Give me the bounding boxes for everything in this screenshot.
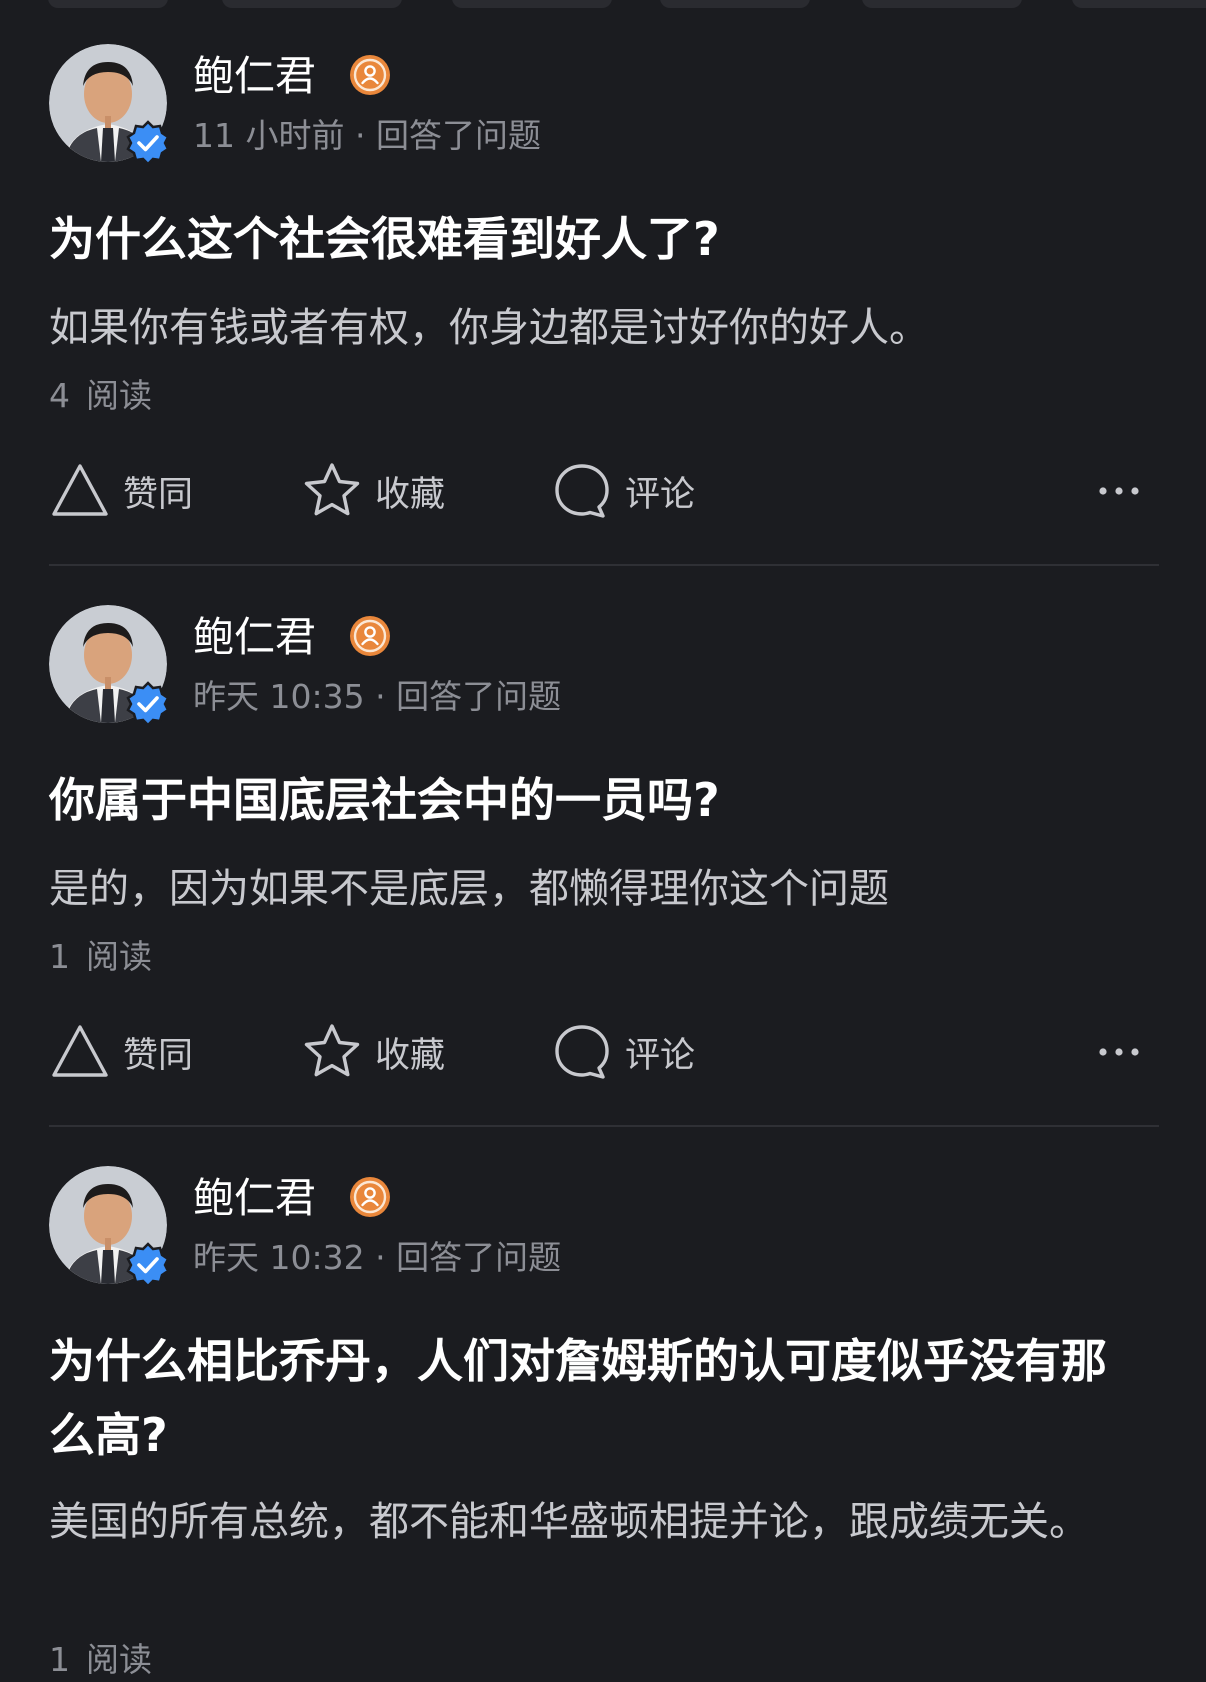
read-count-label: 阅读 xyxy=(86,376,152,415)
more-dots-icon[interactable] xyxy=(1097,478,1141,504)
triangle-up-icon xyxy=(52,464,108,516)
read-count-number: 1 xyxy=(49,937,70,976)
user-level-badge-icon xyxy=(350,1177,390,1217)
answer-excerpt[interactable]: 如果你有钱或者有权，你身边都是讨好你的好人。 xyxy=(49,294,1129,362)
user-level-badge-icon xyxy=(350,616,390,656)
author-name[interactable]: 鲍仁君 xyxy=(193,609,316,665)
card-divider xyxy=(49,564,1159,566)
avatar[interactable] xyxy=(49,1166,170,1288)
avatar[interactable] xyxy=(49,44,170,166)
star-icon xyxy=(304,1024,360,1077)
speech-bubble-icon xyxy=(555,464,609,518)
filter-pill[interactable] xyxy=(1072,0,1206,8)
post-meta: 昨天 10:35 · 回答了问题 xyxy=(193,675,561,719)
answer-excerpt[interactable]: 是的，因为如果不是底层，都懒得理你这个问题 xyxy=(49,855,1129,923)
answer-excerpt[interactable]: 美国的所有总统，都不能和华盛顿相提并论，跟成绩无关。 xyxy=(49,1488,1129,1556)
read-count-label: 阅读 xyxy=(86,937,152,976)
feed-card[interactable]: 鲍仁君 昨天 10:35 · 回答了问题 你属于中国底层社会中的一员吗? 是的，… xyxy=(49,605,1159,1127)
filter-pill[interactable] xyxy=(222,0,402,8)
post-action: 回答了问题 xyxy=(396,677,562,716)
verified-check-icon xyxy=(126,681,170,727)
post-action: 回答了问题 xyxy=(396,1238,562,1277)
action-bar: 赞同 收藏 评论 xyxy=(49,1017,1159,1087)
meta-separator: · xyxy=(354,116,366,155)
action-bar: 赞同 收藏 评论 xyxy=(49,456,1159,526)
post-time: 昨天 10:32 xyxy=(193,1238,365,1277)
favorite-button[interactable]: 收藏 xyxy=(301,1017,445,1087)
author-name[interactable]: 鲍仁君 xyxy=(193,48,316,104)
comment-button[interactable]: 评论 xyxy=(551,1017,695,1087)
favorite-label: 收藏 xyxy=(375,1035,446,1076)
more-dots-icon[interactable] xyxy=(1097,1039,1141,1065)
read-count-number: 1 xyxy=(49,1640,70,1679)
favorite-label: 收藏 xyxy=(375,474,446,515)
filter-pill[interactable] xyxy=(862,0,1022,8)
feed-card[interactable]: 鲍仁君 11 小时前 · 回答了问题 为什么这个社会很难看到好人了? 如果你有钱… xyxy=(49,44,1159,566)
feed-card[interactable]: 鲍仁君 昨天 10:32 · 回答了问题 为什么相比乔丹，人们对詹姆斯的认可度似… xyxy=(49,1166,1159,1679)
post-meta: 11 小时前 · 回答了问题 xyxy=(193,114,541,158)
comment-button[interactable]: 评论 xyxy=(551,456,695,526)
filter-pill[interactable] xyxy=(48,0,168,8)
question-title[interactable]: 为什么这个社会很难看到好人了? xyxy=(49,202,1129,276)
filter-pill[interactable] xyxy=(660,0,810,8)
post-meta: 昨天 10:32 · 回答了问题 xyxy=(193,1236,561,1280)
read-count: 1 阅读 xyxy=(49,1638,152,1682)
upvote-label: 赞同 xyxy=(123,474,194,515)
user-level-badge-icon xyxy=(350,55,390,95)
triangle-up-icon xyxy=(52,1025,108,1077)
read-count: 1 阅读 xyxy=(49,935,152,979)
favorite-button[interactable]: 收藏 xyxy=(301,456,445,526)
upvote-button[interactable]: 赞同 xyxy=(49,456,193,526)
read-count: 4 阅读 xyxy=(49,374,152,418)
post-time: 11 小时前 xyxy=(193,116,345,155)
post-action: 回答了问题 xyxy=(375,116,541,155)
question-title[interactable]: 你属于中国底层社会中的一员吗? xyxy=(49,763,1129,837)
meta-separator: · xyxy=(375,1238,386,1277)
avatar[interactable] xyxy=(49,605,170,727)
read-count-number: 4 xyxy=(49,376,70,415)
upvote-label: 赞同 xyxy=(123,1035,194,1076)
meta-separator: · xyxy=(375,677,386,716)
filter-pill[interactable] xyxy=(452,0,612,8)
verified-check-icon xyxy=(126,120,170,166)
upvote-button[interactable]: 赞同 xyxy=(49,1017,193,1087)
author-name[interactable]: 鲍仁君 xyxy=(193,1170,316,1226)
comment-label: 评论 xyxy=(625,474,696,515)
post-time: 昨天 10:35 xyxy=(193,677,365,716)
speech-bubble-icon xyxy=(555,1025,609,1079)
read-count-label: 阅读 xyxy=(86,1640,152,1679)
verified-check-icon xyxy=(126,1242,170,1288)
comment-label: 评论 xyxy=(625,1035,696,1076)
star-icon xyxy=(304,463,360,516)
card-divider xyxy=(49,1125,1159,1127)
top-filter-pills xyxy=(0,0,1206,10)
question-title[interactable]: 为什么相比乔丹，人们对詹姆斯的认可度似乎没有那么高? xyxy=(49,1324,1129,1472)
